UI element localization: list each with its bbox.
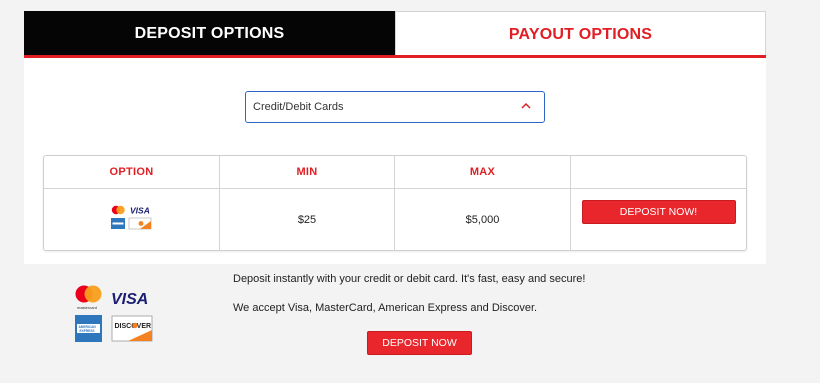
payment-method-select-value: Credit/Debit Cards — [253, 101, 344, 113]
visa-icon: VISA — [111, 291, 148, 308]
chevron-up-icon — [521, 102, 531, 109]
accepted-cards-logos: mastercard VISA AMERICAN EXPRESS DISCOVE… — [75, 285, 153, 342]
deposit-now-table-button[interactable]: DEPOSIT NOW! — [581, 199, 736, 224]
deposit-description: Deposit instantly with your credit or de… — [233, 273, 586, 285]
column-header-min: MIN — [220, 156, 395, 188]
column-header-option: OPTION — [44, 156, 220, 188]
svg-text:VISA: VISA — [111, 291, 148, 308]
svg-text:EXPRESS: EXPRESS — [80, 329, 95, 333]
deposit-now-table-button-label: DEPOSIT NOW! — [619, 205, 698, 218]
mastercard-icon: mastercard — [75, 285, 102, 310]
mastercard-wordmark: mastercard — [77, 305, 97, 310]
accepted-cards-text: We accept Visa, MasterCard, American Exp… — [233, 302, 538, 314]
options-tabs: DEPOSIT OPTIONS PAYOUT OPTIONS — [24, 11, 766, 57]
card-logos-icon: VISA — [110, 205, 151, 229]
tab-payout-options-label: PAYOUT OPTIONS — [508, 25, 653, 43]
table-row: VISA $25 $5,000 DEPOSIT NOW! — [44, 189, 746, 250]
tab-payout-options[interactable]: PAYOUT OPTIONS — [395, 11, 766, 57]
payment-method-select[interactable]: Credit/Debit Cards — [245, 91, 545, 123]
deposit-options-table: OPTION MIN MAX VISA $25 $5,000 DEPOSIT N… — [43, 155, 747, 251]
tab-deposit-options[interactable]: DEPOSIT OPTIONS — [24, 11, 395, 57]
american-express-icon: AMERICAN EXPRESS — [75, 315, 102, 342]
column-header-max: MAX — [395, 156, 571, 188]
option-cell: VISA — [44, 189, 220, 250]
min-value: $25 — [220, 189, 395, 250]
svg-text:VISA: VISA — [130, 205, 150, 215]
table-header-row: OPTION MIN MAX — [44, 156, 746, 189]
deposit-now-button-label: DEPOSIT NOW — [382, 337, 457, 349]
max-value: $5,000 — [395, 189, 571, 250]
deposit-now-button[interactable]: DEPOSIT NOW — [367, 331, 472, 355]
action-cell: DEPOSIT NOW! — [571, 189, 746, 250]
column-header-action — [571, 156, 746, 188]
discover-icon: DISCOVER — [111, 315, 153, 342]
tab-deposit-options-label: DEPOSIT OPTIONS — [134, 25, 285, 42]
